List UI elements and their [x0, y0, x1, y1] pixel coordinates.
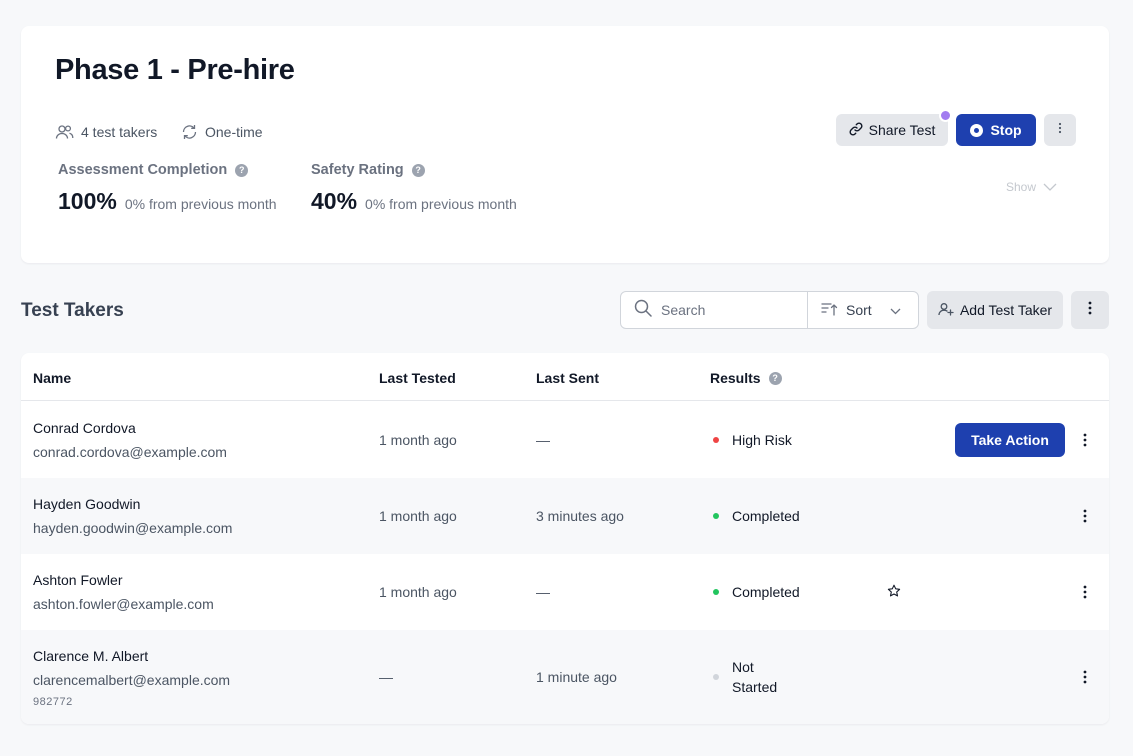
test-taker-id: 982772: [33, 696, 73, 708]
assessment-completion-stat: 100% 0% from previous month: [58, 188, 277, 215]
test-taker-name: Ashton Fowler: [33, 572, 123, 588]
show-toggle[interactable]: Show: [1006, 180, 1057, 194]
stop-label: Stop: [990, 122, 1022, 138]
sort-label: Sort: [846, 302, 872, 318]
help-icon[interactable]: ?: [411, 163, 425, 177]
help-icon[interactable]: ?: [235, 163, 249, 177]
test-taker-name: Conrad Cordova: [33, 420, 136, 436]
section-title: Test Takers: [21, 300, 124, 321]
link-icon: [849, 121, 863, 139]
table-row[interactable]: Clarence M. Albert clarencemalbert@examp…: [21, 630, 1109, 724]
result-status-line2: Started: [732, 679, 778, 695]
table-header: Name Last Tested Last Sent Results ?: [21, 353, 1109, 401]
result-status: High Risk: [732, 432, 792, 448]
search-input[interactable]: [661, 302, 791, 318]
status-dot: [713, 589, 719, 595]
last-tested: —: [379, 669, 393, 685]
row-options-button[interactable]: [1075, 580, 1095, 604]
safety-rating-delta: 0% from previous month: [365, 196, 517, 212]
last-sent: 1 minute ago: [536, 669, 617, 685]
more-options-button[interactable]: [1044, 114, 1076, 146]
take-action-button[interactable]: Take Action: [955, 423, 1065, 457]
column-header-name[interactable]: Name: [33, 370, 71, 386]
last-tested: 1 month ago: [379, 508, 457, 524]
kebab-icon: [1058, 121, 1062, 139]
test-takers-table: Name Last Tested Last Sent Results ? Con…: [21, 353, 1109, 724]
last-sent: —: [536, 432, 550, 448]
add-test-taker-button[interactable]: Add Test Taker: [927, 291, 1063, 329]
test-taker-email: clarencemalbert@example.com: [33, 672, 231, 688]
sort-icon: [821, 302, 838, 319]
share-test-label: Share Test: [868, 122, 936, 138]
chevron-down-icon: [1043, 180, 1057, 194]
test-takers-label: 4 test takers: [81, 124, 158, 140]
share-test-button[interactable]: Share Test: [836, 114, 948, 146]
status-dot: [713, 513, 719, 519]
assessment-completion-value: 100%: [58, 188, 117, 214]
frequency-label: One-time: [205, 124, 263, 140]
table-row[interactable]: Conrad Cordova conrad.cordova@example.co…: [21, 402, 1109, 478]
stop-button[interactable]: Stop: [956, 114, 1036, 146]
notification-dot: [939, 109, 952, 122]
last-sent: —: [536, 584, 550, 600]
column-header-last-tested[interactable]: Last Tested: [379, 370, 456, 386]
show-label: Show: [1006, 180, 1037, 194]
row-options-button[interactable]: [1075, 665, 1095, 689]
search-icon: [634, 299, 652, 322]
test-takers-count: 4 test takers: [55, 124, 157, 140]
search-field[interactable]: [621, 292, 808, 328]
test-taker-email: ashton.fowler@example.com: [33, 596, 214, 612]
result-status: Completed: [732, 508, 800, 524]
kebab-icon: [1088, 301, 1092, 320]
star-icon[interactable]: [887, 584, 901, 603]
column-header-last-sent[interactable]: Last Sent: [536, 370, 599, 386]
frequency-info: One-time: [181, 124, 263, 140]
add-test-taker-label: Add Test Taker: [959, 302, 1053, 318]
assessment-completion-delta: 0% from previous month: [124, 196, 277, 212]
test-summary-card: Phase 1 - Pre-hire 4 test takers One-tim…: [21, 26, 1109, 263]
users-icon: [55, 124, 74, 140]
safety-rating-stat: 40% 0% from previous month: [311, 188, 517, 215]
help-icon[interactable]: ?: [768, 371, 782, 385]
test-taker-name: Hayden Goodwin: [33, 496, 141, 512]
stop-icon: [970, 123, 984, 137]
row-options-button[interactable]: [1075, 504, 1095, 528]
status-dot: [713, 437, 719, 443]
result-status: Completed: [732, 584, 800, 600]
search-sort-group: Sort: [620, 291, 919, 329]
last-tested: 1 month ago: [379, 432, 457, 448]
last-tested: 1 month ago: [379, 584, 457, 600]
kebab-icon: [1083, 670, 1087, 684]
table-options-button[interactable]: [1071, 291, 1109, 329]
test-taker-email: hayden.goodwin@example.com: [33, 520, 233, 536]
sort-button[interactable]: Sort: [808, 292, 918, 328]
chevron-down-icon: [890, 302, 901, 318]
last-sent: 3 minutes ago: [536, 508, 624, 524]
kebab-icon: [1083, 509, 1087, 523]
safety-rating-value: 40%: [311, 188, 358, 214]
safety-rating-label: Safety Rating ?: [311, 162, 425, 178]
result-status-line1: Not: [732, 659, 754, 675]
kebab-icon: [1083, 585, 1087, 599]
table-row[interactable]: Ashton Fowler ashton.fowler@example.com …: [21, 554, 1109, 630]
table-row[interactable]: Hayden Goodwin hayden.goodwin@example.co…: [21, 478, 1109, 554]
page-title: Phase 1 - Pre-hire: [55, 54, 295, 86]
test-taker-name: Clarence M. Albert: [33, 648, 149, 664]
kebab-icon: [1083, 433, 1087, 447]
column-header-results[interactable]: Results ?: [710, 370, 782, 386]
status-dot: [713, 674, 719, 680]
repeat-icon: [181, 124, 198, 140]
test-taker-email: conrad.cordova@example.com: [33, 444, 227, 460]
row-options-button[interactable]: [1075, 428, 1095, 452]
assessment-completion-label: Assessment Completion ?: [58, 162, 249, 178]
add-user-icon: [938, 302, 954, 319]
